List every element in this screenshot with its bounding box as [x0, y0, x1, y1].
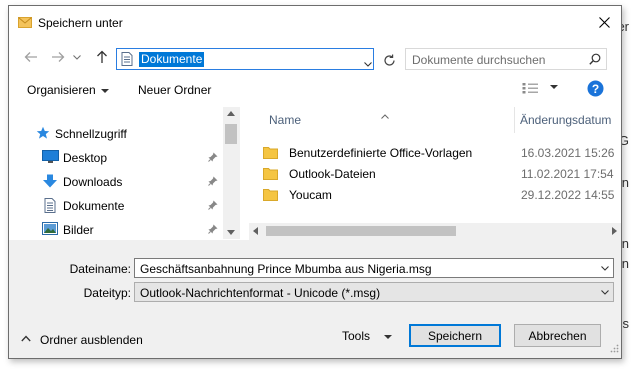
file-date: 29.12.2022 14:55: [521, 188, 615, 202]
sidebar-item-label: Schnellzugriff: [55, 127, 127, 141]
forward-button[interactable]: [49, 48, 67, 66]
arrow-left-icon: [24, 52, 37, 62]
dialog-footer: Dateiname: Geschäftsanbahnung Prince Mbu…: [9, 240, 621, 358]
refresh-icon: [383, 54, 395, 66]
chevron-down-icon[interactable]: [601, 266, 609, 272]
file-date: 16.03.2021 15:26: [521, 146, 615, 160]
sort-ascending-icon: [381, 108, 389, 119]
scroll-down-icon[interactable]: [227, 230, 235, 235]
view-details-icon: [522, 83, 538, 94]
download-icon: [42, 174, 58, 192]
file-list: Name Änderungsdatum Benutzerdefinierte O…: [249, 107, 615, 223]
file-list-scrollbar[interactable]: [249, 223, 621, 240]
pin-icon[interactable]: [208, 223, 218, 237]
pin-icon[interactable]: [208, 175, 218, 189]
tools-menu-button[interactable]: Tools: [342, 329, 393, 343]
chevron-down-icon[interactable]: [364, 56, 372, 70]
view-options-button[interactable]: [522, 82, 559, 98]
scrollbar-thumb[interactable]: [266, 226, 456, 236]
arrow-up-icon: [97, 50, 107, 63]
scroll-left-icon[interactable]: [253, 227, 258, 235]
list-item[interactable]: Benutzerdefinierte Office-Vorlagen 16.03…: [249, 142, 615, 163]
filename-field[interactable]: Geschäftsanbahnung Prince Mbumba aus Nig…: [134, 258, 614, 278]
tools-label: Tools: [342, 329, 371, 343]
address-bar[interactable]: Dokumente: [116, 48, 374, 70]
new-folder-button[interactable]: Neuer Ordner: [138, 83, 211, 97]
save-as-dialog: Speichern unter Dokumente Dokumente durc…: [8, 5, 622, 359]
navigation-pane: Schnellzugriff Desktop Downloads Dokumen…: [9, 107, 235, 239]
chevron-down-icon[interactable]: [601, 290, 609, 296]
resize-grip-icon[interactable]: [609, 342, 619, 356]
close-icon: [598, 16, 610, 28]
list-item[interactable]: Youcam 29.12.2022 14:55: [249, 184, 615, 205]
filetype-label: Dateityp:: [83, 286, 131, 300]
cancel-button[interactable]: Abbrechen: [514, 324, 601, 347]
sidebar-item-downloads[interactable]: Downloads: [9, 171, 219, 193]
command-toolbar: Organisieren Neuer Ordner ?: [9, 74, 621, 106]
organize-label: Organisieren: [27, 83, 96, 97]
refresh-button[interactable]: [379, 50, 399, 70]
search-input[interactable]: Dokumente durchsuchen: [412, 53, 545, 67]
file-name: Youcam: [289, 188, 332, 202]
svg-text:?: ?: [592, 82, 599, 96]
file-name: Outlook-Dateien: [289, 167, 376, 181]
back-button[interactable]: [22, 48, 40, 66]
file-name: Benutzerdefinierte Office-Vorlagen: [289, 146, 473, 160]
envelope-icon: [18, 17, 32, 31]
navigation-pane-scrollbar[interactable]: [223, 107, 240, 239]
filename-label: Dateiname:: [69, 262, 131, 276]
close-button[interactable]: [587, 6, 621, 38]
organize-menu-button[interactable]: Organisieren: [27, 83, 109, 97]
chevron-down-icon: [73, 54, 81, 60]
filetype-select[interactable]: Outlook-Nachrichtenformat - Unicode (*.m…: [134, 282, 614, 302]
pin-icon[interactable]: [208, 199, 218, 213]
recent-locations-button[interactable]: [71, 48, 83, 66]
search-icon[interactable]: [589, 53, 601, 68]
file-date: 11.02.2021 17:54: [521, 167, 614, 181]
save-label: Speichern: [427, 328, 483, 343]
hide-folders-button[interactable]: Ordner ausblenden: [40, 333, 143, 347]
title-bar[interactable]: Speichern unter: [9, 6, 621, 38]
sidebar-item-label: Downloads: [63, 175, 123, 189]
column-divider[interactable]: [514, 107, 515, 133]
window-title: Speichern unter: [38, 16, 123, 30]
sidebar-item-label: Dokumente: [63, 199, 125, 213]
search-box[interactable]: Dokumente durchsuchen: [405, 48, 607, 70]
address-text[interactable]: Dokumente: [139, 52, 205, 67]
folder-icon: [263, 167, 278, 183]
pin-icon[interactable]: [208, 151, 218, 165]
filetype-value: Outlook-Nachrichtenformat - Unicode (*.m…: [140, 286, 381, 300]
folder-icon: [263, 146, 278, 162]
star-icon: [36, 126, 50, 143]
help-icon: ?: [587, 80, 604, 97]
sidebar-item-desktop[interactable]: Desktop: [9, 147, 219, 169]
caret-down-icon: [100, 88, 109, 93]
pictures-icon: [42, 222, 58, 238]
sidebar-item-documents[interactable]: Dokumente: [9, 195, 219, 217]
scrollbar-thumb[interactable]: [225, 124, 237, 144]
arrow-right-icon: [52, 52, 65, 62]
chevron-up-icon[interactable]: [21, 331, 31, 345]
caret-down-icon: [384, 334, 393, 339]
document-icon: [44, 198, 56, 216]
folder-icon: [263, 188, 278, 204]
column-header-date[interactable]: Änderungsdatum: [520, 113, 611, 127]
scroll-right-icon[interactable]: [612, 227, 617, 235]
sidebar-item-pictures[interactable]: Bilder: [9, 219, 219, 239]
column-header-name[interactable]: Name: [269, 113, 301, 127]
sidebar-item-label: Bilder: [63, 223, 94, 237]
up-button[interactable]: [93, 48, 111, 66]
filename-input[interactable]: Geschäftsanbahnung Prince Mbumba aus Nig…: [140, 262, 432, 276]
navigation-bar: Dokumente Dokumente durchsuchen: [9, 40, 621, 74]
cancel-label: Abbrechen: [528, 328, 587, 343]
caret-down-icon: [550, 84, 559, 89]
scroll-up-icon[interactable]: [227, 111, 235, 116]
sidebar-item-quick-access[interactable]: Schnellzugriff: [9, 123, 219, 145]
help-button[interactable]: ?: [587, 80, 604, 100]
sidebar-item-label: Desktop: [63, 151, 108, 165]
save-button[interactable]: Speichern: [409, 324, 501, 347]
document-icon: [121, 52, 133, 69]
desktop-icon: [42, 150, 59, 167]
list-item[interactable]: Outlook-Dateien 11.02.2021 17:54: [249, 163, 615, 184]
